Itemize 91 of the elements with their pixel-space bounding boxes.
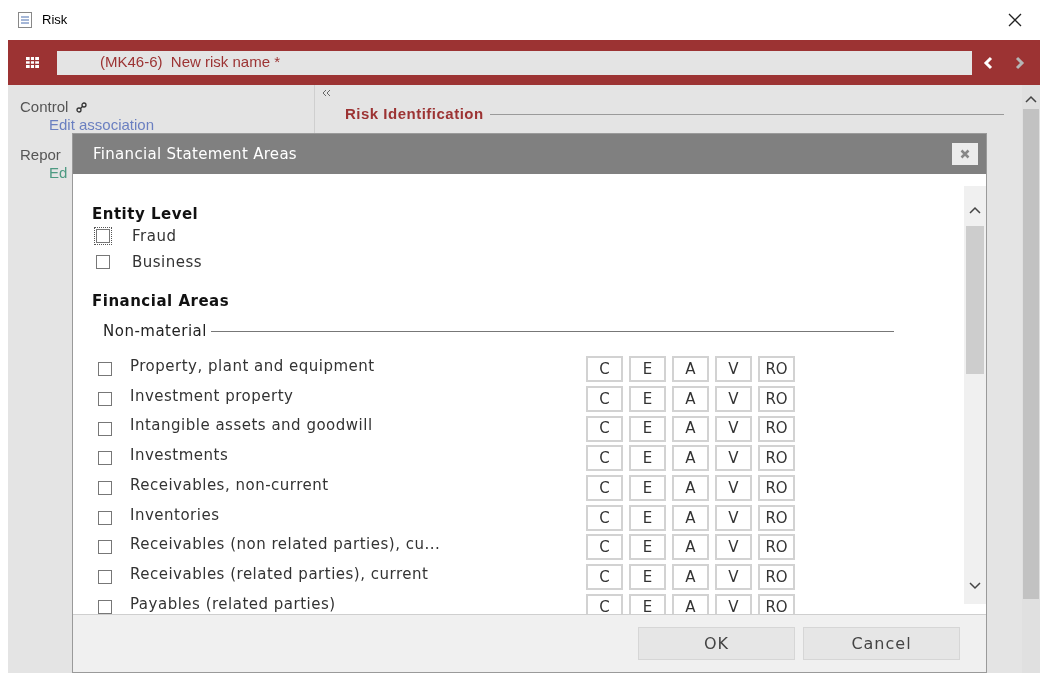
assertion-toggle[interactable]: E [629, 356, 666, 383]
dialog-button[interactable]: Cancel [803, 627, 960, 660]
assertion-toggle[interactable]: C [586, 504, 623, 531]
assertion-toggle[interactable]: E [629, 386, 666, 413]
assertion-toggle[interactable]: A [672, 534, 709, 561]
scrollbar[interactable] [1022, 85, 1040, 673]
dialog-title: Financial Statement Areas [93, 143, 297, 165]
close-button[interactable] [952, 143, 978, 165]
assertion-toggle[interactable]: V [715, 564, 752, 591]
assertion-toggle[interactable]: E [629, 475, 666, 502]
window-title: Risk [42, 11, 68, 30]
assertion-toggle[interactable]: A [672, 445, 709, 472]
assertion-toggle[interactable]: A [672, 475, 709, 502]
assertion-toggle[interactable]: E [629, 593, 666, 614]
area-label: Inventories [130, 504, 221, 526]
scroll-down-icon[interactable] [969, 582, 981, 590]
assertion-toggle[interactable]: E [629, 415, 666, 442]
checkbox[interactable] [98, 451, 112, 466]
assertion-toggle[interactable]: RO [758, 415, 795, 442]
previous-icon[interactable] [982, 55, 994, 70]
assertion-toggle[interactable]: C [586, 564, 623, 591]
area-label: Investments [130, 445, 230, 467]
section-title: Risk Identification [345, 104, 484, 124]
area-label: Receivables, non-current [130, 474, 330, 496]
checkbox[interactable] [98, 510, 112, 525]
checkbox-label: Business [132, 251, 203, 273]
area-label: Investment property [130, 385, 295, 407]
assertion-toggle[interactable]: RO [758, 475, 795, 502]
area-label: Intangible assets and goodwill [130, 415, 374, 437]
assertion-toggle[interactable]: RO [758, 356, 795, 383]
assertion-toggle[interactable]: A [672, 415, 709, 442]
assertion-toggle[interactable]: C [586, 386, 623, 413]
checkbox-label: Fraud [132, 225, 177, 247]
document-icon [18, 12, 32, 28]
record-name-field[interactable]: (MK46-6) New risk name * [57, 50, 972, 75]
assertion-toggle[interactable]: C [586, 356, 623, 383]
assertion-toggle[interactable]: C [586, 445, 623, 472]
assertion-toggle[interactable]: RO [758, 534, 795, 561]
assertion-toggle[interactable]: E [629, 445, 666, 472]
assertion-toggle[interactable]: V [715, 534, 752, 561]
assertion-toggle[interactable]: RO [758, 564, 795, 591]
section-label: Repor [20, 146, 61, 164]
assertion-toggle[interactable]: V [715, 356, 752, 383]
assertion-toggle[interactable]: V [715, 504, 752, 531]
link-icon[interactable] [76, 101, 88, 113]
checkbox[interactable] [98, 481, 112, 496]
group-label: Non-material [103, 321, 207, 342]
section-label: Control [20, 98, 69, 116]
assertion-toggle[interactable]: A [672, 593, 709, 614]
checkbox[interactable] [98, 362, 112, 377]
assertion-toggle[interactable]: C [586, 415, 623, 442]
next-icon[interactable] [1014, 55, 1026, 70]
area-label: Payables (related parties) [130, 593, 337, 614]
assertion-toggle[interactable]: RO [758, 445, 795, 472]
assertion-toggle[interactable]: A [672, 564, 709, 591]
assertion-toggle[interactable]: RO [758, 386, 795, 413]
area-label: Receivables (related parties), current [130, 563, 430, 585]
assertion-toggle[interactable]: RO [758, 504, 795, 531]
assertion-toggle[interactable]: V [715, 475, 752, 502]
close-icon[interactable] [1008, 13, 1022, 27]
assertion-toggle[interactable]: E [629, 534, 666, 561]
assertion-toggle[interactable]: A [672, 386, 709, 413]
checkbox[interactable] [98, 421, 112, 436]
assertion-toggle[interactable]: A [672, 356, 709, 383]
area-label: Receivables (non related parties), cu... [130, 534, 442, 556]
assertion-toggle[interactable]: RO [758, 593, 795, 614]
checkbox[interactable] [98, 540, 112, 555]
assertion-toggle[interactable]: A [672, 504, 709, 531]
dialog-button[interactable]: OK [638, 627, 795, 660]
assertion-toggle[interactable]: V [715, 593, 752, 614]
assertion-toggle[interactable]: C [586, 475, 623, 502]
area-label: Property, plant and equipment [130, 356, 376, 378]
checkbox[interactable] [96, 255, 110, 269]
assertion-toggle[interactable]: V [715, 445, 752, 472]
collapse-icon[interactable] [321, 89, 331, 97]
scroll-up-icon[interactable] [1025, 95, 1037, 103]
dialog-scrollbar[interactable] [964, 186, 986, 604]
group-heading: Entity Level [92, 205, 200, 223]
assertion-toggle[interactable]: V [715, 415, 752, 442]
grid-icon[interactable] [26, 57, 39, 68]
scroll-up-icon[interactable] [969, 206, 981, 214]
assertion-toggle[interactable]: C [586, 593, 623, 614]
group-heading: Financial Areas [92, 292, 231, 310]
checkbox[interactable] [98, 599, 112, 614]
assertion-toggle[interactable]: E [629, 564, 666, 591]
assertion-toggle[interactable]: E [629, 504, 666, 531]
assertion-toggle[interactable]: C [586, 534, 623, 561]
checkbox[interactable] [98, 392, 112, 407]
close-icon [960, 149, 970, 159]
assertion-toggle[interactable]: V [715, 386, 752, 413]
checkbox[interactable] [98, 570, 112, 585]
